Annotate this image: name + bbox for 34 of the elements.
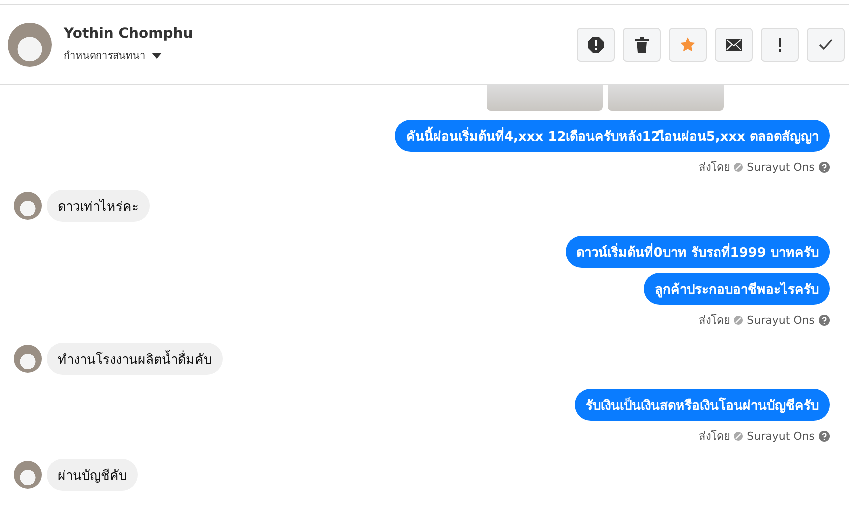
trash-icon bbox=[635, 36, 649, 52]
envelope-icon bbox=[726, 38, 742, 50]
spam-button[interactable] bbox=[577, 28, 615, 62]
stop-icon bbox=[588, 36, 604, 52]
mail-button[interactable] bbox=[715, 28, 753, 62]
caret-icon[interactable] bbox=[152, 52, 162, 58]
message-bubble: ทำงานโรงงานผลิตน้ำดื่มคับ bbox=[47, 343, 223, 375]
sender-name[interactable]: Surayut Ons bbox=[747, 314, 815, 326]
star-button[interactable] bbox=[669, 28, 707, 62]
sent-by-label: ส่งโดย bbox=[699, 313, 730, 329]
sender-name[interactable]: Surayut Ons bbox=[747, 160, 815, 174]
sent-by-label: ส่งโดย bbox=[699, 429, 730, 445]
avatar bbox=[14, 192, 42, 220]
avatar bbox=[14, 461, 42, 489]
sent-by-label: ส่งโดย bbox=[699, 160, 730, 176]
avatar bbox=[8, 22, 52, 66]
message-bubble: รับเงินเป็นเงินสดหรือเงินโอนผ่านบัญชีครับ bbox=[575, 389, 830, 421]
conversation-settings-link[interactable]: กำหนดการสนทนา bbox=[64, 48, 146, 63]
help-icon[interactable] bbox=[819, 314, 830, 326]
exclamation-icon bbox=[778, 38, 782, 52]
sender-name[interactable]: Surayut Ons bbox=[747, 430, 815, 442]
done-button[interactable] bbox=[807, 28, 845, 62]
avatar bbox=[14, 345, 42, 373]
message-bubble: ผ่านบัญชีคับ bbox=[47, 459, 138, 491]
delete-button[interactable] bbox=[623, 28, 661, 62]
help-icon[interactable] bbox=[819, 430, 830, 442]
message-bubble: ดาวน์เริ่มต้นที่0บาท รับรถที่1999 บาทครับ bbox=[566, 236, 830, 268]
check-icon bbox=[819, 39, 833, 50]
message-bubble: คันนี้ผ่อนเริ่มต้นที่4,xxx 12เดือนครับหลัง12เือนผ่อน5,xxx ตลอดสัญญา bbox=[395, 120, 830, 152]
contact-name: Yothin Chomphu bbox=[64, 26, 194, 42]
help-icon[interactable] bbox=[819, 162, 830, 172]
star-icon bbox=[680, 36, 696, 52]
message-bubble: ดาวเท่าไหร่คะ bbox=[47, 190, 150, 222]
message-bubble: ลูกค้าประกอบอาชีพอะไรครับ bbox=[644, 273, 830, 305]
